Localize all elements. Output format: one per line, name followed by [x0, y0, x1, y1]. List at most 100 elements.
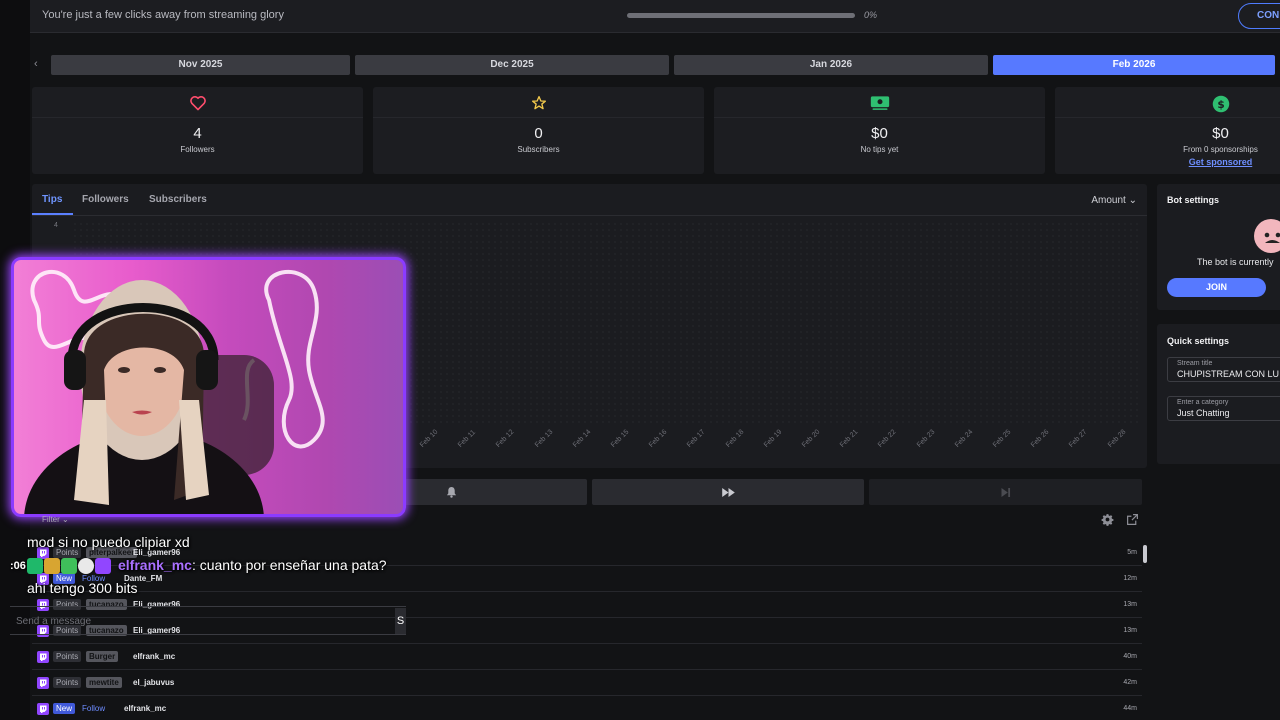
skull-icon [78, 558, 94, 574]
month-tab-nov-2025[interactable]: Nov 2025 [51, 55, 350, 75]
stream-title-field[interactable]: Stream title CHUPISTREAM CON LU [1167, 357, 1280, 382]
bot-settings-panel: Bot settings The bot is currently JOIN [1157, 184, 1280, 310]
chart-tabs: Tips Followers Subscribers Amount ⌄ [32, 184, 1147, 216]
sponsorships-amount: $0 [1212, 125, 1229, 142]
stat-cards: 4 Followers 0 Subscribers $0 No tips yet… [32, 87, 1280, 174]
get-sponsored-link[interactable]: Get sponsored [1055, 157, 1280, 167]
x-tick-label: Feb 17 [686, 428, 707, 449]
badge-icon [27, 558, 43, 574]
badge-icon [61, 558, 77, 574]
continue-button[interactable]: CON [1238, 3, 1280, 29]
x-tick-label: Feb 20 [801, 428, 822, 449]
card-divider [1055, 117, 1280, 118]
card-divider [373, 117, 704, 118]
webcam-overlay [11, 257, 406, 517]
skip-alert-button[interactable] [592, 479, 864, 505]
svg-text:$: $ [1217, 99, 1224, 111]
chat-filter-button[interactable]: Filter ⌄ [42, 515, 69, 524]
subscribers-count: 0 [534, 125, 543, 142]
amount-dropdown[interactable]: Amount ⌄ [1091, 195, 1137, 206]
popout-icon[interactable] [1126, 513, 1139, 526]
stream-title-label: Stream title [1177, 360, 1213, 367]
chat-timestamp: :06 [10, 560, 26, 572]
bot-status-text: The bot is currently [1197, 257, 1274, 267]
month-tab-jan-2026[interactable]: Jan 2026 [674, 55, 988, 75]
feed-time: 13m [1123, 627, 1137, 634]
card-divider [32, 117, 363, 118]
sponsorships-label: From 0 sponsorships [1183, 145, 1258, 154]
banner-text: You're just a few clicks away from strea… [42, 9, 284, 21]
badge-icon [44, 558, 60, 574]
bot-avatar [1254, 219, 1280, 253]
dollar-coin-icon: $ [1055, 95, 1280, 113]
skip-to-end-button[interactable] [869, 479, 1142, 505]
x-tick-label: Feb 22 [877, 428, 898, 449]
chevron-down-icon: ⌄ [62, 515, 69, 524]
tips-card: $0 No tips yet [714, 87, 1045, 174]
join-button[interactable]: JOIN [1167, 278, 1266, 297]
x-tick-label: Feb 14 [571, 428, 593, 449]
onboarding-banner: You're just a few clicks away from strea… [30, 0, 1280, 33]
subscribers-label: Subscribers [517, 145, 560, 154]
twitch-icon [95, 558, 111, 574]
month-tabs: Nov 2025 Dec 2025 Jan 2026 Feb 2026 [51, 55, 1275, 75]
bot-settings-title: Bot settings [1167, 195, 1220, 205]
active-tab-underline [32, 213, 73, 215]
tab-tips[interactable]: Tips [42, 194, 62, 205]
feed-row: New Follow elfrank_mc 44m [32, 696, 1142, 720]
quick-settings-panel: Quick settings Stream title CHUPISTREAM … [1157, 324, 1280, 464]
x-tick-label: Feb 11 [457, 428, 478, 449]
feed-username[interactable]: elfrank_mc [133, 652, 175, 661]
send-button[interactable]: S [395, 608, 406, 634]
x-tick-label: Feb 28 [1106, 428, 1127, 449]
chat-message: mod si no puedo clipiar xd [27, 534, 190, 550]
dashboard-page: You're just a few clicks away from strea… [0, 0, 1280, 720]
feed-row: Points mewtite el_jabuvus 42m [32, 670, 1142, 696]
followers-count: 4 [193, 125, 202, 142]
tab-followers[interactable]: Followers [82, 194, 129, 205]
feed-username[interactable]: elfrank_mc [124, 704, 166, 713]
star-icon [373, 95, 704, 113]
y-tick-label: 4 [54, 222, 58, 229]
subscribers-card: 0 Subscribers [373, 87, 704, 174]
feed-time: 44m [1123, 705, 1137, 712]
progress-percent: 0% [864, 10, 878, 20]
x-tick-label: Feb 27 [1068, 428, 1089, 449]
x-tick-label: Feb 26 [1030, 428, 1051, 449]
category-label: Enter a category [1177, 399, 1229, 406]
followers-card: 4 Followers [32, 87, 363, 174]
twitch-icon [37, 651, 49, 663]
tips-amount: $0 [871, 125, 888, 142]
onboarding-progress-bar [627, 13, 855, 18]
skip-end-icon [1001, 487, 1010, 497]
feed-scrollbar[interactable] [1143, 545, 1147, 563]
amount-label: Amount [1091, 195, 1126, 206]
feed-badge: New [53, 703, 76, 714]
fast-forward-icon [721, 487, 735, 497]
feed-time: 42m [1123, 679, 1137, 686]
card-divider [714, 117, 1045, 118]
feed-username[interactable]: el_jabuvus [133, 678, 174, 687]
feed-time: 5m [1127, 549, 1137, 556]
tab-subscribers[interactable]: Subscribers [149, 194, 207, 205]
month-tab-dec-2025[interactable]: Dec 2025 [355, 55, 669, 75]
previous-month-arrow-icon[interactable]: ‹ [34, 58, 38, 70]
tips-label: No tips yet [860, 145, 899, 154]
twitch-icon [37, 703, 49, 715]
x-tick-label: Feb 12 [495, 428, 516, 449]
category-field[interactable]: Enter a category Just Chatting [1167, 396, 1280, 421]
feed-time: 13m [1123, 601, 1137, 608]
x-tick-label: Feb 21 [839, 428, 860, 449]
x-tick-label: Feb 18 [724, 428, 745, 449]
heart-icon [32, 95, 363, 113]
chat-input-placeholder: Send a message [16, 616, 92, 627]
chat-input[interactable]: Send a message S [10, 606, 406, 635]
x-tick-label: Feb 23 [915, 428, 936, 449]
month-tab-feb-2026[interactable]: Feb 2026 [993, 55, 1275, 75]
feed-reward-tag: Burger [86, 651, 119, 662]
sponsorships-card: $ $0 From 0 sponsorships Get sponsored [1055, 87, 1280, 174]
chat-filter-label: Filter [42, 515, 60, 524]
chat-username[interactable]: elfrank_mc [118, 557, 192, 573]
chat-badges [27, 558, 111, 574]
gear-icon[interactable] [1101, 513, 1114, 526]
